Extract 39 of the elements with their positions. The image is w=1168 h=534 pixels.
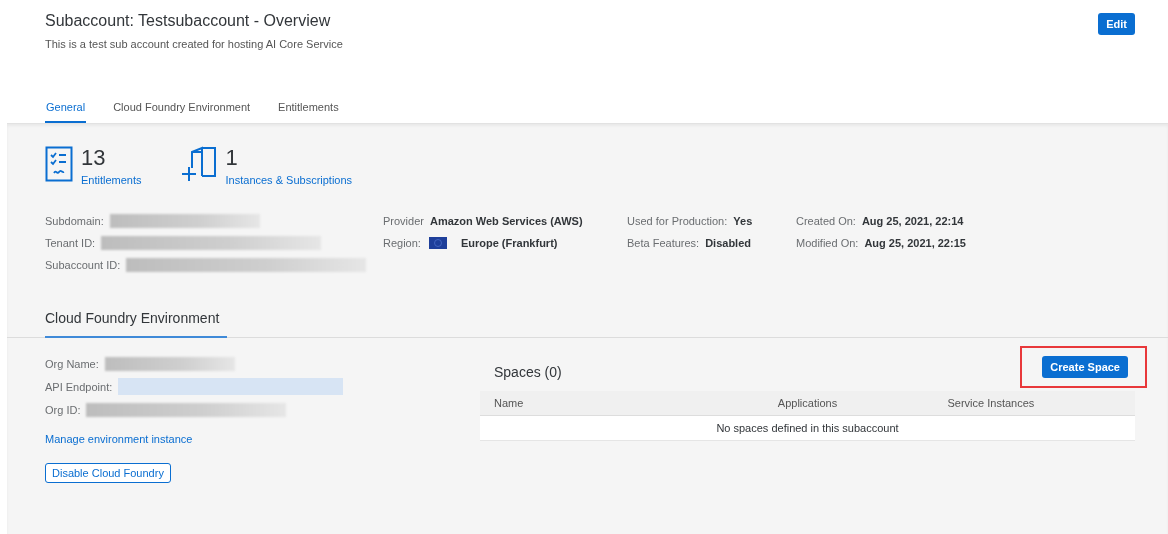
column-header: Service Instances xyxy=(946,397,1036,409)
tab[interactable]: Entitlements xyxy=(277,101,340,123)
field-label: API Endpoint: xyxy=(45,380,113,393)
tab[interactable]: Cloud Foundry Environment xyxy=(112,101,252,123)
field-label: Used for Production: xyxy=(627,215,728,227)
spaces-title: Spaces (0) xyxy=(494,364,562,380)
section-title: Cloud Foundry Environment xyxy=(45,310,227,338)
field-value: Amazon Web Services (AWS) xyxy=(429,215,583,227)
tile-link[interactable]: Instances & Subscriptions xyxy=(225,174,353,186)
flag-icon xyxy=(428,237,447,249)
field-label: Subdomain: xyxy=(45,215,104,227)
add-pages-icon xyxy=(179,146,218,182)
field-label: Created On: xyxy=(796,215,856,227)
edit-button[interactable]: Edit xyxy=(1098,13,1135,35)
manage-link[interactable]: Manage environment instance xyxy=(45,433,193,445)
tile-count: 13 xyxy=(81,146,107,170)
disable-button[interactable]: Disable Cloud Foundry xyxy=(45,463,171,483)
field-label: Subaccount ID: xyxy=(45,259,121,271)
field-label: Modified On: xyxy=(796,237,859,249)
column-header: Applications xyxy=(776,397,839,409)
checklist-icon xyxy=(45,146,73,182)
field-label: Org Name: xyxy=(45,357,99,370)
column-header: Name xyxy=(494,397,525,409)
field-value: Yes xyxy=(733,215,753,227)
tile-link[interactable]: Entitlements xyxy=(81,174,142,186)
page-title: Subaccount: Testsubaccount - Overview xyxy=(45,12,332,30)
tile-count: 1 xyxy=(225,146,239,170)
create-space-button[interactable]: Create Space xyxy=(1042,356,1128,378)
field-value: Disabled xyxy=(705,237,751,249)
page-description: This is a test sub account created for hosting AI Core Service xyxy=(45,38,343,50)
field-label: Region: xyxy=(383,237,421,249)
empty-message: No spaces defined in this subaccount xyxy=(716,422,899,434)
field-label: Org ID: xyxy=(45,403,81,416)
field-label: Provider xyxy=(383,215,424,227)
field-value: Aug 25, 2021, 22:14 xyxy=(861,215,964,227)
field-value: Aug 25, 2021, 22:15 xyxy=(864,237,966,249)
field-label: Beta Features: xyxy=(627,237,700,249)
field-label: Tenant ID: xyxy=(45,237,96,249)
field-value: Europe (Frankfurt) xyxy=(460,237,558,249)
